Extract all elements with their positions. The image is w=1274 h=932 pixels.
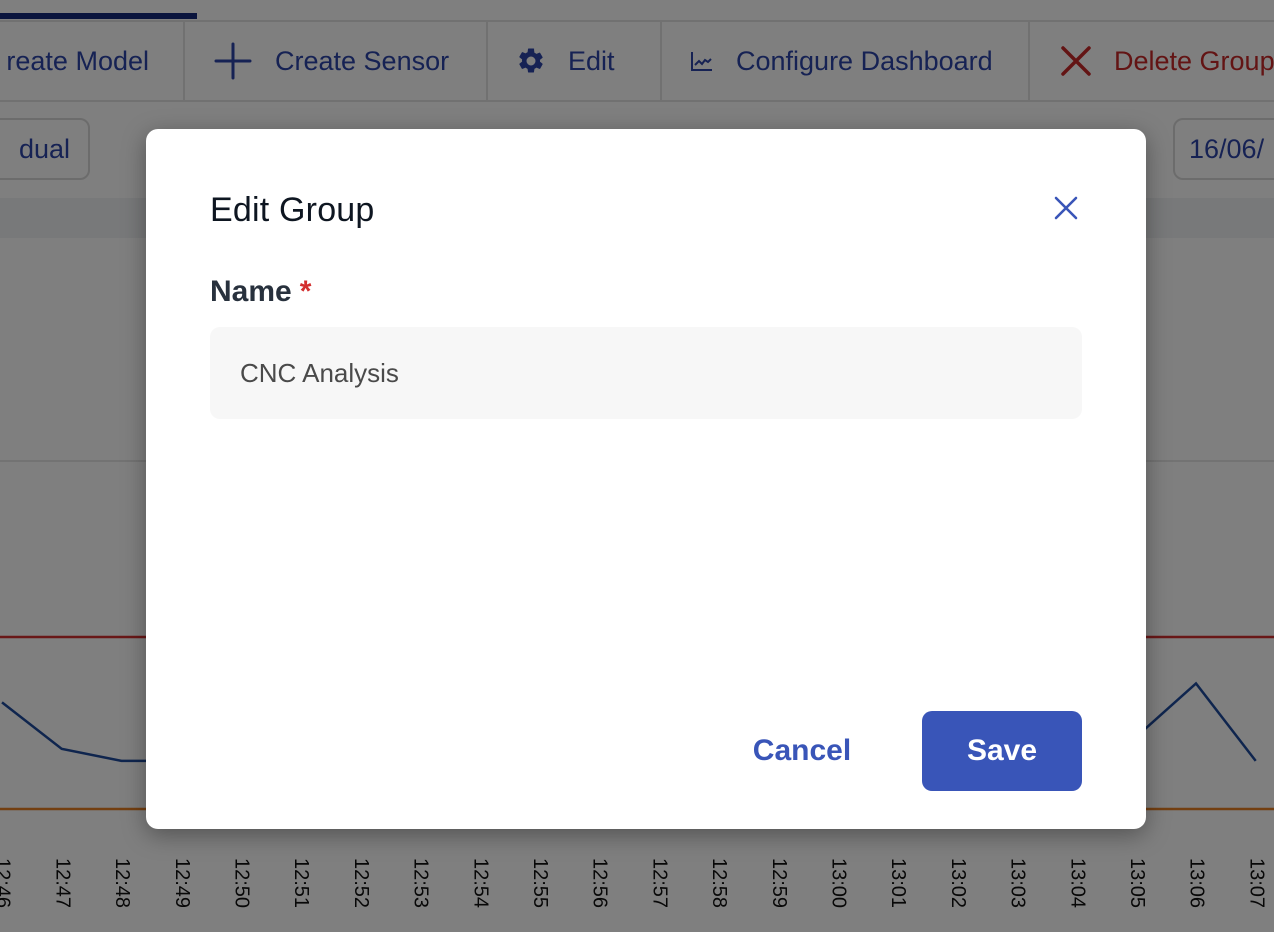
save-button[interactable]: Save bbox=[922, 711, 1082, 791]
name-label-text: Name bbox=[210, 275, 292, 308]
group-name-input[interactable] bbox=[210, 327, 1082, 419]
close-dialog-button[interactable] bbox=[1051, 193, 1081, 223]
dialog-title: Edit Group bbox=[210, 191, 375, 229]
edit-group-dialog: Edit Group Name* Cancel Save bbox=[146, 129, 1146, 829]
cancel-button[interactable]: Cancel bbox=[724, 711, 880, 791]
close-icon bbox=[1054, 196, 1078, 220]
required-marker: * bbox=[299, 275, 312, 308]
name-field-label: Name * bbox=[210, 275, 311, 309]
